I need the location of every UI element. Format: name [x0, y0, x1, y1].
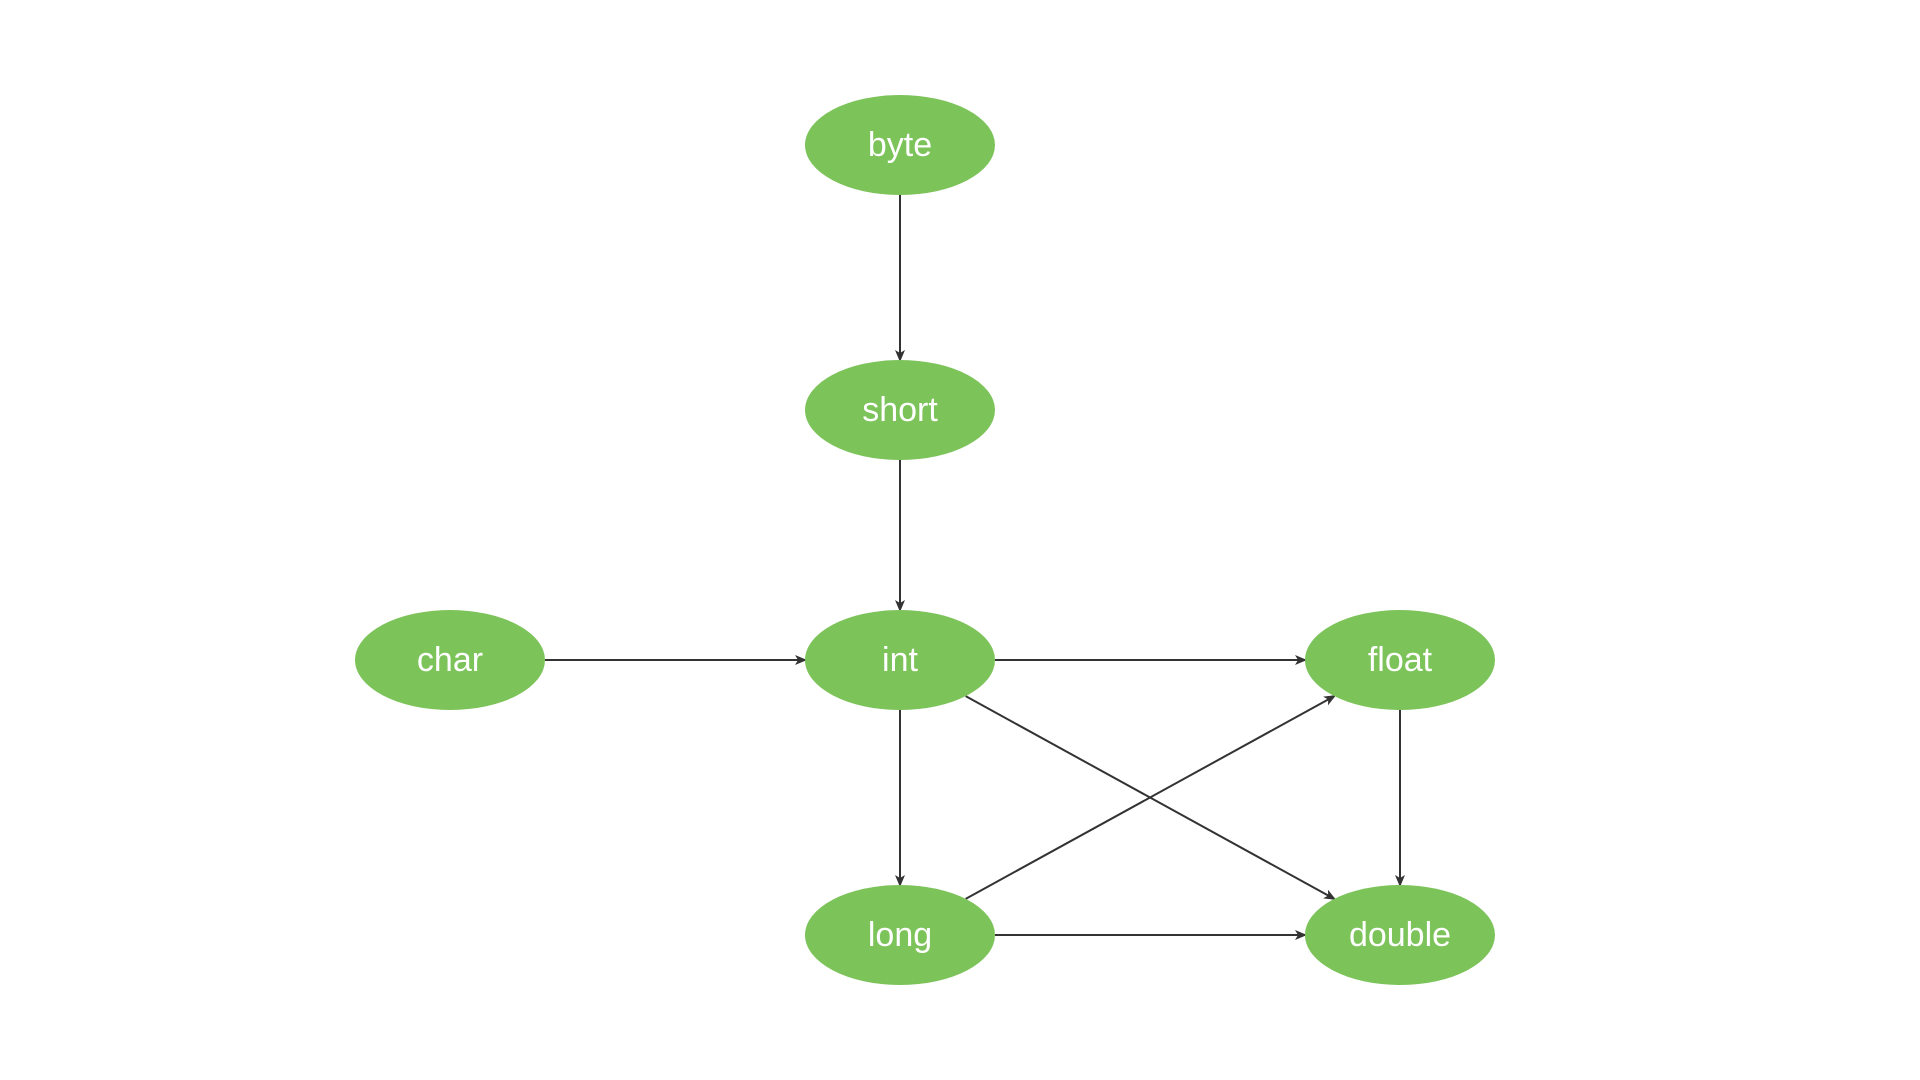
node-label: double [1349, 916, 1451, 955]
node-label: int [882, 641, 918, 680]
node-long: long [805, 885, 995, 985]
node-char: char [355, 610, 545, 710]
node-byte: byte [805, 95, 995, 195]
node-label: float [1368, 641, 1432, 680]
edge-long-to-float [966, 696, 1335, 899]
node-label: byte [868, 126, 932, 165]
node-double: double [1305, 885, 1495, 985]
node-label: short [862, 391, 938, 430]
node-int: int [805, 610, 995, 710]
node-label: long [868, 916, 932, 955]
node-float: float [1305, 610, 1495, 710]
node-short: short [805, 360, 995, 460]
edge-int-to-double [966, 696, 1335, 899]
type-conversion-diagram: byte short char int float long double [0, 0, 1920, 1080]
node-label: char [417, 641, 483, 680]
